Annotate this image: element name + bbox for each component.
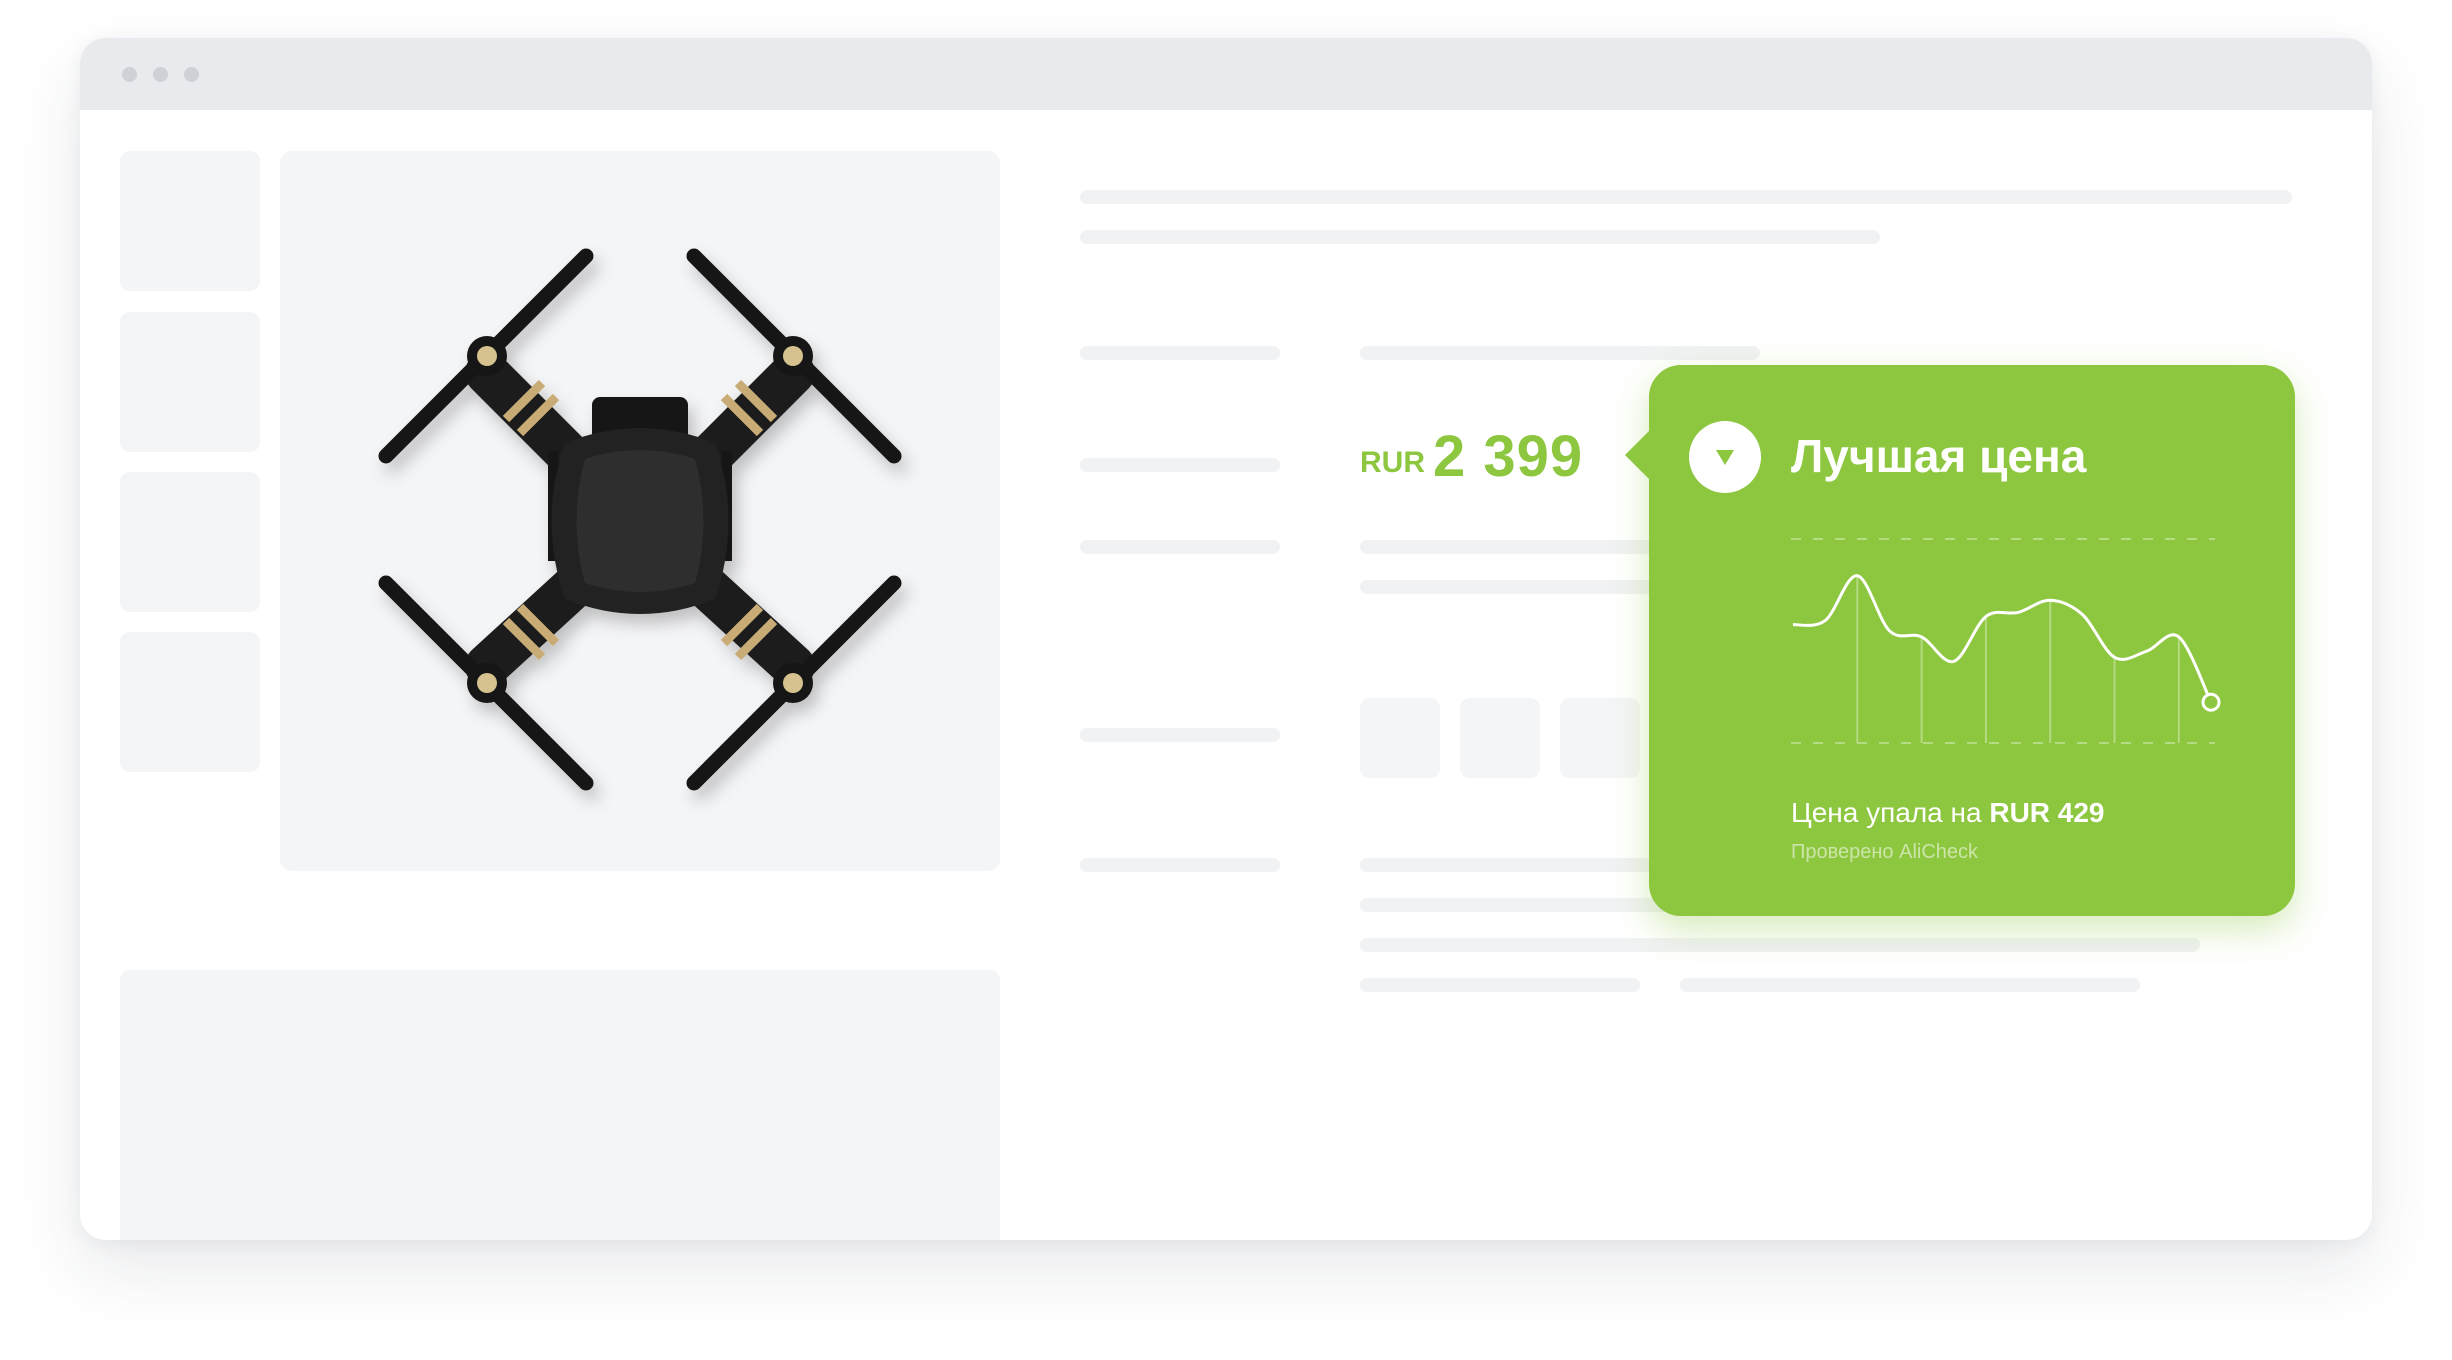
price-drop-amount: RUR 429	[1989, 797, 2105, 828]
property-label	[1080, 540, 1280, 554]
variant-option[interactable]	[1560, 698, 1640, 778]
product-thumbnail[interactable]	[120, 632, 260, 772]
window-dot[interactable]	[153, 67, 168, 82]
description-line	[1360, 898, 1680, 912]
product-thumbnail[interactable]	[120, 151, 260, 291]
product-image[interactable]	[280, 151, 1000, 871]
description-line	[1680, 978, 2140, 992]
variant-option[interactable]	[1460, 698, 1540, 778]
title-line	[1080, 190, 2292, 204]
product-thumbnail[interactable]	[120, 312, 260, 452]
property-value	[1360, 540, 1660, 554]
best-price-popup[interactable]: Лучшая цена Цена упала на RUR 429 Провер…	[1625, 365, 2295, 916]
property-value	[1360, 346, 1760, 360]
popup-pointer	[1625, 429, 1651, 481]
description-line	[1360, 978, 1640, 992]
property-label	[1080, 458, 1280, 472]
price-down-icon	[1689, 421, 1761, 493]
window-titlebar	[80, 38, 2372, 110]
popup-title: Лучшая цена	[1791, 430, 2087, 482]
window-dot[interactable]	[184, 67, 199, 82]
price-amount: 2 399	[1433, 424, 1584, 489]
description-line	[1360, 938, 2200, 952]
property-label	[1080, 858, 1280, 872]
current-price-point	[2201, 692, 2221, 712]
price-drop-label: Цена упала на	[1791, 797, 1982, 828]
product-thumbnail[interactable]	[120, 472, 260, 612]
drone-image	[378, 248, 902, 791]
title-line	[1080, 230, 1880, 244]
property-label	[1080, 728, 1280, 742]
price-drop-text: Цена упала на RUR 429	[1791, 797, 2105, 829]
variant-option[interactable]	[1360, 698, 1440, 778]
property-label	[1080, 346, 1280, 360]
browser-window: RUR 2 399 Лучшая цена Цена упала на RUR 4…	[80, 38, 2372, 1240]
description-line	[1360, 858, 1680, 872]
property-value	[1360, 580, 1660, 594]
verified-label: Проверено AliCheck	[1791, 841, 1979, 863]
price-history-chart	[1791, 538, 2221, 744]
description-panel	[120, 970, 1000, 1240]
price-currency: RUR	[1360, 446, 1425, 479]
product-price: RUR 2 399	[1360, 423, 1583, 490]
price-history-line	[1792, 574, 2213, 703]
window-dot[interactable]	[122, 67, 137, 82]
